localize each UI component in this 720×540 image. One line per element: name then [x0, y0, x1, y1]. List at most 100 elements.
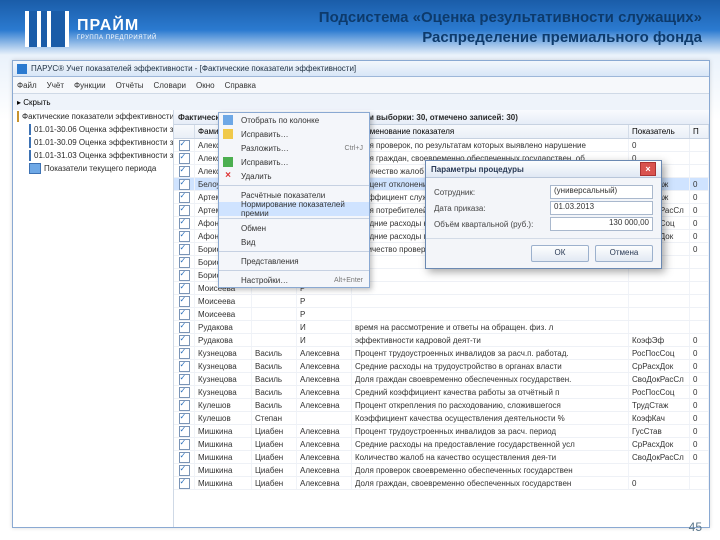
dialog-input[interactable]: (универсальный) [550, 185, 653, 199]
row-checkbox[interactable] [179, 322, 190, 333]
column-header[interactable]: П [690, 125, 709, 138]
cell: Василь [252, 399, 297, 411]
row-checkbox[interactable] [179, 387, 190, 398]
cell: СрРасхДок [629, 360, 690, 372]
row-checkbox[interactable] [179, 400, 190, 411]
tree-node[interactable]: Фактические показатели эффективности [13, 110, 173, 123]
row-checkbox[interactable] [179, 309, 190, 320]
logo-icon [25, 11, 69, 47]
cell: СвоДокРасСл [629, 451, 690, 463]
menubar[interactable]: Файл Учёт Функции Отчёты Словари Окно Справка [13, 77, 709, 94]
toolbar[interactable]: ▸ Скрыть [13, 94, 709, 111]
tree-node[interactable]: 01.01-30.09 Оценка эффективности за III … [13, 136, 173, 149]
dialog-parameters[interactable]: Параметры процедуры × Сотрудник:(универс… [425, 160, 662, 269]
cell: 0 [690, 191, 709, 203]
context-menu-item[interactable]: Настройки…Alt+Enter [219, 273, 369, 287]
context-menu-label: Вид [241, 238, 255, 247]
tree-panel[interactable]: Фактические показатели эффективности 01.0… [13, 110, 174, 527]
row-checkbox[interactable] [179, 452, 190, 463]
table-row[interactable]: КузнецоваВасильАлексевнаСредний коэффици… [174, 386, 709, 399]
row-checkbox[interactable] [179, 153, 190, 164]
row-checkbox[interactable] [179, 192, 190, 203]
menu-item[interactable]: Отчёты [116, 81, 144, 90]
context-menu-item[interactable]: Нормирование показателей премии [219, 202, 369, 216]
row-checkbox[interactable] [179, 231, 190, 242]
menu-item[interactable]: Справка [225, 81, 256, 90]
row-checkbox[interactable] [179, 257, 190, 268]
cell: Циабен [252, 438, 297, 450]
context-menu[interactable]: Отобрать по колонкеИсправить…Разложить…C… [218, 112, 370, 288]
row-checkbox[interactable] [179, 244, 190, 255]
cell: 0 [629, 477, 690, 489]
row-checkbox[interactable] [179, 335, 190, 346]
table-row[interactable]: КузнецоваВасильАлексевнаДоля граждан сво… [174, 373, 709, 386]
cancel-button[interactable]: Отмена [595, 245, 653, 262]
row-checkbox[interactable] [179, 166, 190, 177]
column-header[interactable]: Показатель [629, 125, 690, 138]
context-menu-item[interactable]: Отобрать по колонке [219, 113, 369, 127]
context-menu-item[interactable]: ×Удалить [219, 169, 369, 183]
context-menu-item[interactable]: Исправить… [219, 155, 369, 169]
menu-item[interactable]: Окно [196, 81, 215, 90]
tree-node[interactable]: 01.01-30.06 Оценка эффективности за полу… [13, 123, 173, 136]
context-menu-item[interactable]: Обмен [219, 221, 369, 235]
row-checkbox[interactable] [179, 179, 190, 190]
menu-item[interactable]: Словари [154, 81, 187, 90]
tree-label: 01.01-30.06 Оценка эффективности за полу… [34, 125, 174, 134]
toolbar-item[interactable]: ▸ Скрыть [17, 98, 51, 107]
context-menu-item[interactable]: Исправить… [219, 127, 369, 141]
cell: Циабен [252, 425, 297, 437]
cell: Процент трудоустроенных инвалидов за рас… [352, 347, 629, 359]
tree-node[interactable]: Показатели текущего периода [13, 162, 173, 175]
row-checkbox[interactable] [179, 478, 190, 489]
context-menu-item[interactable]: Вид [219, 235, 369, 249]
close-icon[interactable]: × [640, 162, 656, 176]
dialog-input[interactable]: 130 000,00 [550, 217, 653, 231]
table-row[interactable]: КулешовВасильАлексевнаПроцент откреплени… [174, 399, 709, 412]
row-checkbox[interactable] [179, 270, 190, 281]
table-row[interactable]: МишкинаЦиабенАлексевнаКоличество жалоб н… [174, 451, 709, 464]
column-header[interactable] [174, 125, 195, 138]
y-icon [223, 129, 233, 139]
table-row[interactable]: КузнецоваВасильАлексевнаПроцент трудоуст… [174, 347, 709, 360]
tree-node[interactable]: 01.01-31.03 Оценка эффективности за I кв… [13, 149, 173, 162]
page-number: 45 [689, 520, 702, 534]
row-checkbox[interactable] [179, 140, 190, 151]
row-checkbox[interactable] [179, 348, 190, 359]
table-row[interactable]: МишкинаЦиабенАлексевнаПроцент трудоустро… [174, 425, 709, 438]
row-checkbox[interactable] [179, 205, 190, 216]
row-checkbox[interactable] [179, 439, 190, 450]
table-row[interactable]: КузнецоваВасильАлексевнаСредние расходы … [174, 360, 709, 373]
context-menu-item[interactable]: Представления [219, 254, 369, 268]
table-row[interactable]: РудаковаИэффективности кадровой деят-тиК… [174, 334, 709, 347]
row-checkbox[interactable] [179, 374, 190, 385]
context-menu-item[interactable]: Разложить…Ctrl+J [219, 141, 369, 155]
row-checkbox[interactable] [179, 296, 190, 307]
menu-item[interactable]: Функции [74, 81, 106, 90]
table-row[interactable]: МоисееваР [174, 295, 709, 308]
table-row[interactable]: МишкинаЦиабенАлексевнаДоля граждан, свое… [174, 477, 709, 490]
table-row[interactable]: МоисееваР [174, 308, 709, 321]
cell [690, 308, 709, 320]
column-header[interactable]: Наименование показателя [352, 125, 629, 138]
window-titlebar[interactable]: ПАРУС® Учет показателей эффективности - … [13, 61, 709, 77]
menu-item[interactable]: Файл [17, 81, 37, 90]
row-checkbox[interactable] [179, 413, 190, 424]
table-row[interactable]: КулешовСтепанКоэффициент качества осущес… [174, 412, 709, 425]
row-checkbox[interactable] [179, 283, 190, 294]
cell: Мишкина [195, 464, 252, 476]
context-menu-label: Нормирование показателей премии [241, 200, 363, 218]
row-checkbox[interactable] [179, 426, 190, 437]
row-checkbox[interactable] [179, 465, 190, 476]
tree-label: Показатели текущего периода [44, 164, 156, 173]
table-row[interactable]: МишкинаЦиабенАлексевнаСредние расходы на… [174, 438, 709, 451]
menu-item[interactable]: Учёт [47, 81, 64, 90]
row-checkbox[interactable] [179, 361, 190, 372]
cell: КоэфЭф [629, 334, 690, 346]
table-row[interactable]: РудаковаИвремя на рассмотрение и ответы … [174, 321, 709, 334]
table-row[interactable]: МишкинаЦиабенАлексевнаДоля проверок свое… [174, 464, 709, 477]
row-checkbox[interactable] [179, 218, 190, 229]
dialog-input[interactable]: 01.03.2013 [550, 201, 653, 215]
context-menu-label: Настройки… [241, 276, 288, 285]
ok-button[interactable]: ОК [531, 245, 589, 262]
